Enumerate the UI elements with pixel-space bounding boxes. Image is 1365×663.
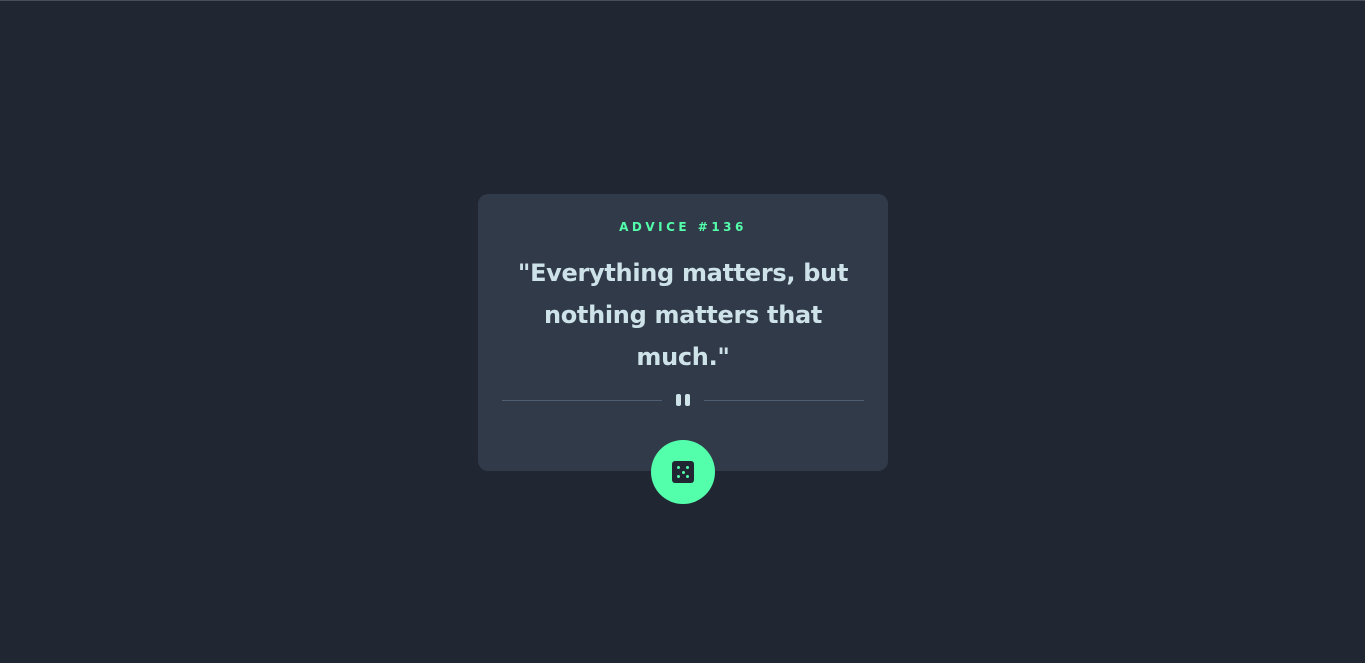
dice-icon: [672, 461, 694, 483]
pause-icon: [674, 394, 692, 407]
generate-advice-button[interactable]: [651, 440, 715, 504]
advice-card: ADVICE #136 "Everything matters, but not…: [478, 194, 888, 471]
advice-quote: "Everything matters, but nothing matters…: [517, 259, 849, 371]
pattern-divider: [502, 393, 864, 409]
divider-line-right: [704, 400, 864, 401]
advice-id-label: ADVICE #136: [619, 220, 747, 234]
divider-line-left: [502, 400, 662, 401]
